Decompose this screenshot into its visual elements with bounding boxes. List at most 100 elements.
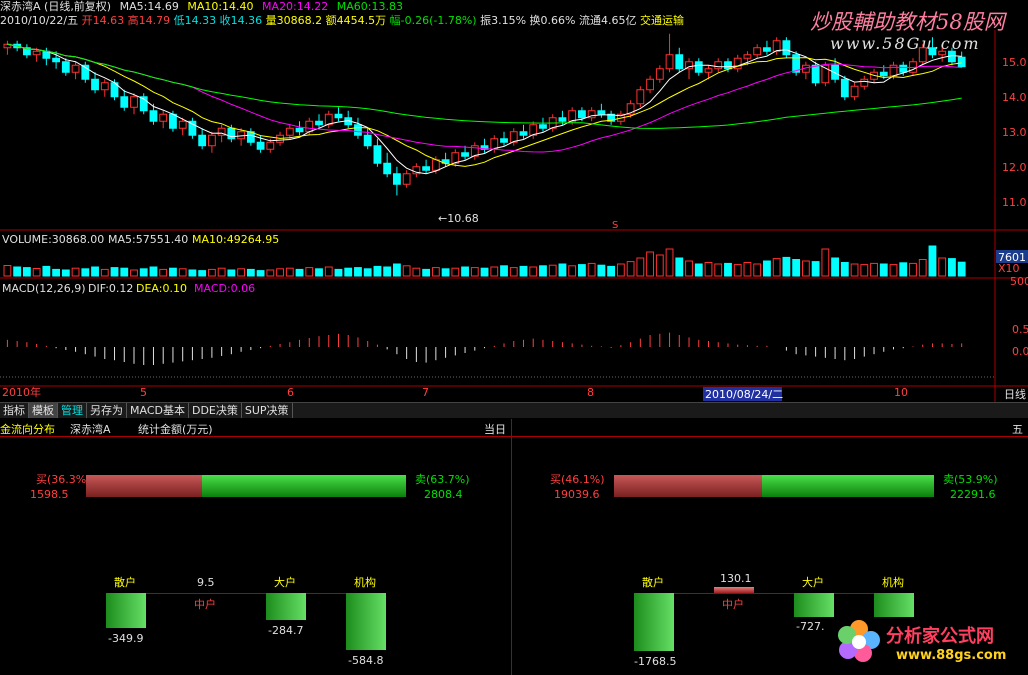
candle-body [519,131,528,136]
volume-bar [655,254,664,277]
candle-body [100,82,109,91]
volume-bar [519,265,528,277]
left-large-name: 大户 [274,576,296,589]
panel-title: 金流向分布 [0,423,55,436]
right-buy-label: 买(46.1%) [550,473,605,486]
volume-bar [13,266,22,277]
volume-bar [918,259,927,277]
volume-bar [91,266,99,277]
price-tick: 12.0 [1002,161,1027,174]
volume-bar [295,268,304,277]
macd-histogram [6,332,963,365]
volume-bar [860,264,869,277]
tab-manage[interactable]: 管理 [58,403,87,418]
volume-bar [324,266,333,277]
volume-bar [704,262,713,277]
candle-body [578,110,586,119]
volume-bar [938,257,947,277]
volume-bar [32,268,41,277]
candle-body [772,40,781,52]
candle-body [32,50,41,56]
volume-bar [422,268,431,277]
left-buy-sell-bar [86,475,406,497]
price-tick: 15.0 [1002,56,1027,69]
indicator-tab-bar: 指标 模板 管理 另存为 MACD基本 DDE决策 SUP决策 [0,402,1028,418]
candle-body [305,120,314,133]
left-period[interactable]: 当日 [484,421,506,437]
quote-turnover: 换0.66% [529,14,576,27]
volume-bar [782,256,791,277]
macd-tick: 0.5 [1012,323,1028,336]
volume-bar [470,267,479,277]
right-buy-sell-bar [614,475,934,497]
candle-body [724,61,732,70]
right-buy-value: 19039.6 [554,488,600,501]
stock-chart[interactable]: 15.0 14.0 13.0 12.0 11.0 ←10.68 S VOLUME… [0,30,1028,402]
volume-bar [831,257,839,277]
tab-sup[interactable]: SUP决策 [242,403,293,418]
volume-bar [665,248,674,277]
volume-bar [743,262,752,277]
volume-bar [548,264,557,277]
candle-body [879,71,888,77]
right-sell-bar [761,475,934,497]
tab-save-as[interactable]: 另存为 [87,403,127,418]
quote-volume: 量30868.2 [265,14,323,27]
quote-amount: 额4454.5万 [325,14,387,27]
volume-bar [685,260,693,277]
volume-bar [753,263,762,277]
x-label: 10 [894,386,908,399]
candle-body [850,85,859,98]
candle-body [860,78,869,87]
candle-body [207,134,216,147]
quote-amplitude: 振3.15% [480,14,527,27]
volume-bar [344,267,353,277]
left-inst-name: 机构 [354,576,376,589]
candle-body [363,134,372,147]
candle-body [91,78,99,91]
ma60-label: MA60:13.83 [336,0,403,13]
tab-macd-basic[interactable]: MACD基本 [127,403,189,418]
volume-bars [3,245,966,277]
left-buy-value: 1598.5 [30,488,69,501]
x-label: 6 [287,386,294,399]
volume-bar [71,267,80,277]
volume-bar [207,268,216,277]
candle-body [597,110,606,115]
tab-template[interactable]: 模板 [29,403,58,418]
volume-bar [431,267,440,277]
volume-bar [169,267,177,277]
candle-body [743,54,752,59]
volume-label: VOLUME:30868.00 [2,233,104,246]
volume-bar [149,266,158,277]
right-period[interactable]: 五 [1012,421,1023,437]
left-sell-value: 2808.4 [424,488,463,501]
panel-metric: 统计金额(万元) [138,423,213,436]
volume-bar [568,265,577,277]
price-tick: 14.0 [1002,91,1027,104]
volume-bar [558,263,567,277]
volume-bar [714,263,723,277]
candle-body [782,40,791,56]
candle-body [120,96,129,108]
left-large-bar [266,593,306,620]
candle-body [383,162,392,175]
volume-bar [402,265,411,277]
stock-title: 深赤湾A (日线,前复权) [0,0,112,13]
volume-bar [392,263,401,277]
volume-bar [188,269,197,277]
candle-body [539,124,547,129]
ma20-label: MA20:14.22 [262,0,329,13]
candle-body [266,141,275,150]
volume-bar [42,265,51,277]
candle-body [130,96,138,108]
volume-bar [850,263,859,277]
volume-bar [587,262,596,277]
volume-bar [616,263,625,277]
period-label[interactable]: 日线 [1004,387,1026,401]
right-retail-name: 散户 [642,576,664,589]
tab-dde[interactable]: DDE决策 [189,403,242,418]
candle-body [61,61,70,73]
quote-date: 2010/10/22/五 [0,14,79,27]
tab-indicator[interactable]: 指标 [0,403,29,418]
